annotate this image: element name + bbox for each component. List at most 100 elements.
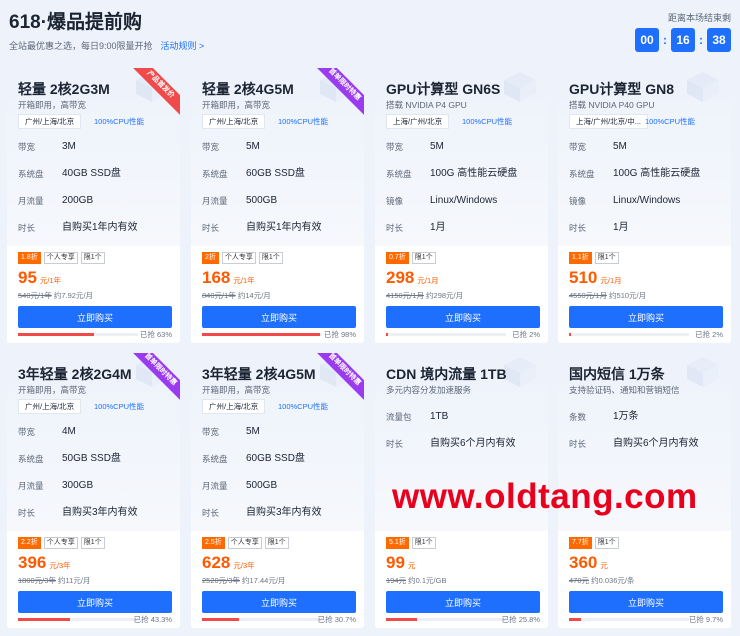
region-select[interactable]: 广州/上海/北京 (18, 399, 82, 414)
spec-value: Linux/Windows (430, 195, 498, 206)
tag-row: 7.7折 限1个 (569, 537, 622, 549)
spec-value: 3M (62, 141, 76, 152)
spec-value: 1TB (430, 411, 449, 422)
price-unit: 元/1月 (417, 276, 439, 285)
spec-row: 时长 自购买6个月内有效 (569, 438, 724, 465)
monthly-price: 约0.1元/GB (408, 576, 447, 585)
spec-value: Linux/Windows (613, 195, 681, 206)
spec-label: 时长 (569, 439, 587, 449)
monthly-price: 约11元/月 (58, 576, 91, 585)
buy-now-button[interactable]: 立即购买 (18, 306, 172, 328)
original-price: 4150元/1月 约298元/月 (386, 290, 463, 301)
spec-value: 500GB (246, 195, 278, 206)
region-select[interactable]: 广州/上海/北京 (202, 114, 266, 129)
page-title: 618·爆品提前购 (9, 12, 143, 33)
product-card: 首单限时特惠 3年轻量 2核4G5M 开箱即用，高带宽 广州/上海/北京 100%CPU… (191, 353, 364, 628)
spec-label: 月流量 (202, 196, 228, 206)
sold-percentage: 已抢 63% (139, 330, 172, 339)
discount-badge: 0.7折 (386, 252, 409, 264)
promo-ribbon-text: 产品首发价 (132, 68, 180, 116)
spec-value: 自购买1年内有效 (62, 222, 138, 233)
buy-now-button[interactable]: 立即购买 (202, 591, 356, 613)
spec-list: 带宽 4M 系统盘 50GB SSD盘 月流量 300GB 时长 自购买3年内有效 (18, 426, 173, 534)
card-subtitle: 支持验证码、通知和营销短信 (569, 385, 680, 395)
spec-value: 50GB SSD盘 (62, 453, 121, 464)
monthly-price: 约0.036元/条 (591, 576, 635, 585)
promo-ribbon-text: 首单限时特惠 (316, 68, 364, 116)
spec-value: 5M (246, 426, 260, 437)
region-select[interactable]: 广州/上海/北京 (18, 114, 82, 129)
price-unit: 元 (600, 561, 608, 570)
original-price-value: 2520元/3年 (202, 576, 240, 585)
spec-label: 带宽 (18, 142, 36, 152)
spec-value: 200GB (62, 195, 94, 206)
spec-row: 带宽 5M (202, 141, 357, 168)
card-subtitle: 开箱即用，高带宽 (202, 385, 271, 395)
price-unit: 元/3年 (233, 561, 255, 570)
card-subtitle: 开箱即用，高带宽 (18, 100, 87, 110)
spec-row: 带宽 4M (18, 426, 173, 453)
buy-now-button[interactable]: 立即购买 (18, 591, 172, 613)
card-subtitle: 搭载 NVIDIA P4 GPU (386, 100, 467, 110)
limit-tag: 个人专享 (221, 252, 256, 264)
limit-tag: 个人专享 (43, 252, 78, 264)
spec-row: 时长 自购买3年内有效 (202, 507, 357, 534)
cpu-performance-label: 100%CPU性能 (94, 117, 145, 126)
original-price-value: 4150元/1月 (386, 291, 424, 300)
spec-value: 自购买6个月内有效 (613, 438, 699, 449)
spec-row: 系统盘 40GB SSD盘 (18, 168, 173, 195)
limit-tag: 个人专享 (227, 537, 262, 549)
buy-now-button[interactable]: 立即购买 (569, 306, 723, 328)
spec-label: 系统盘 (18, 454, 44, 464)
card-title: GPU计算型 GN6S (386, 81, 501, 97)
spec-label: 带宽 (202, 142, 220, 152)
discount-badge: 2折 (202, 252, 219, 264)
buy-now-button[interactable]: 立即购买 (386, 306, 540, 328)
sold-percentage: 已抢 9.7% (688, 615, 723, 624)
spec-value: 5M (430, 141, 444, 152)
price: 628 元/3年 (202, 553, 255, 573)
spec-row: 月流量 300GB (18, 480, 173, 507)
sold-percentage: 已抢 2% (695, 330, 723, 339)
page-subtitle: 全站最优惠之选，每日9:00限量开抢 活动规则 > (9, 39, 204, 52)
price-value: 99 (386, 553, 405, 572)
sold-percentage: 已抢 2% (512, 330, 540, 339)
spec-list: 带宽 5M 系统盘 60GB SSD盘 月流量 500GB 时长 自购买1年内有效 (202, 141, 357, 249)
product-card: 产品首发价 轻量 2核2G3M 开箱即用，高带宽广州/上海/北京 100%CPU性能带… (7, 68, 180, 343)
spec-value: 自购买6个月内有效 (430, 438, 516, 449)
region-select[interactable]: 上海/广州/北京/中... (569, 114, 649, 129)
spec-row: 系统盘 100G 高性能云硬盘 (386, 168, 541, 195)
product-grid: 产品首发价 轻量 2核2G3M 开箱即用，高带宽 广州/上海/北京 100%CPU性能带… (7, 68, 733, 633)
spec-label: 流量包 (386, 412, 412, 422)
spec-label: 月流量 (202, 481, 228, 491)
price: 360 元 (569, 553, 608, 573)
discount-badge: 2.2折 (18, 537, 41, 549)
region-select[interactable]: 上海/广州/北京 (386, 114, 450, 129)
spec-label: 带宽 (569, 142, 587, 152)
spec-value: 自购买3年内有效 (246, 507, 322, 518)
sold-progress-fill (386, 333, 389, 336)
spec-label: 时长 (202, 223, 220, 233)
sold-progress-bar (202, 333, 322, 336)
spec-label: 时长 (202, 508, 220, 518)
buy-now-button[interactable]: 立即购买 (386, 591, 540, 613)
card-subtitle: 多元内容分发加速服务 (386, 385, 472, 395)
cpu-performance-label: 100%CPU性能 (278, 117, 329, 126)
original-price: 470元 约0.036元/条 (569, 575, 634, 586)
spec-label: 系统盘 (202, 169, 228, 179)
original-price: 540元/1年 约7.92元/月 (18, 290, 93, 301)
countdown-minutes: 16 (671, 28, 695, 52)
buy-now-button[interactable]: 立即购买 (202, 306, 356, 328)
buy-now-button[interactable]: 立即购买 (569, 591, 723, 613)
card-title: CDN 境内流量 1TB (386, 366, 507, 382)
price-value: 396 (18, 553, 47, 572)
card-title: 轻量 2核2G3M (18, 81, 110, 97)
spec-value: 1月 (613, 222, 629, 233)
spec-value: 100G 高性能云硬盘 (430, 168, 518, 179)
limit-tag: 限1个 (594, 252, 619, 264)
region-select[interactable]: 广州/上海/北京 (202, 399, 266, 414)
original-price: 2520元/3年 约17.44元/月 (202, 575, 285, 586)
spec-row: 系统盘 60GB SSD盘 (202, 168, 357, 195)
cpu-performance-label: 100%CPU性能 (94, 402, 145, 411)
rules-link[interactable]: 活动规则 > (161, 41, 205, 51)
